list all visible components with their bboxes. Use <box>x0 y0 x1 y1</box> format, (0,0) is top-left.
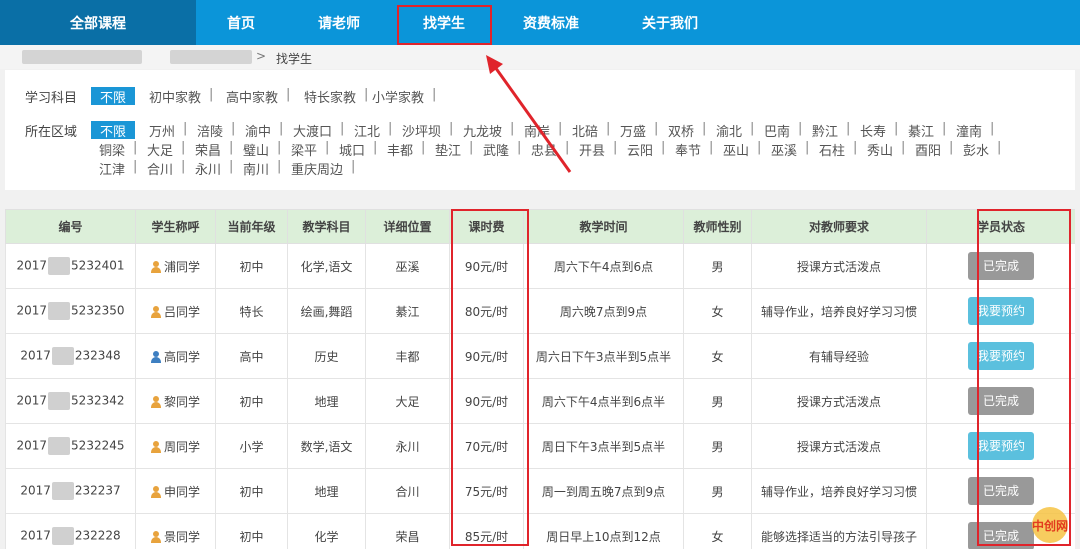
watermark-text: 中创网 <box>1032 518 1068 533</box>
watermark-logo: 中创网 <box>1032 507 1068 543</box>
annotation-arrow <box>486 55 572 173</box>
